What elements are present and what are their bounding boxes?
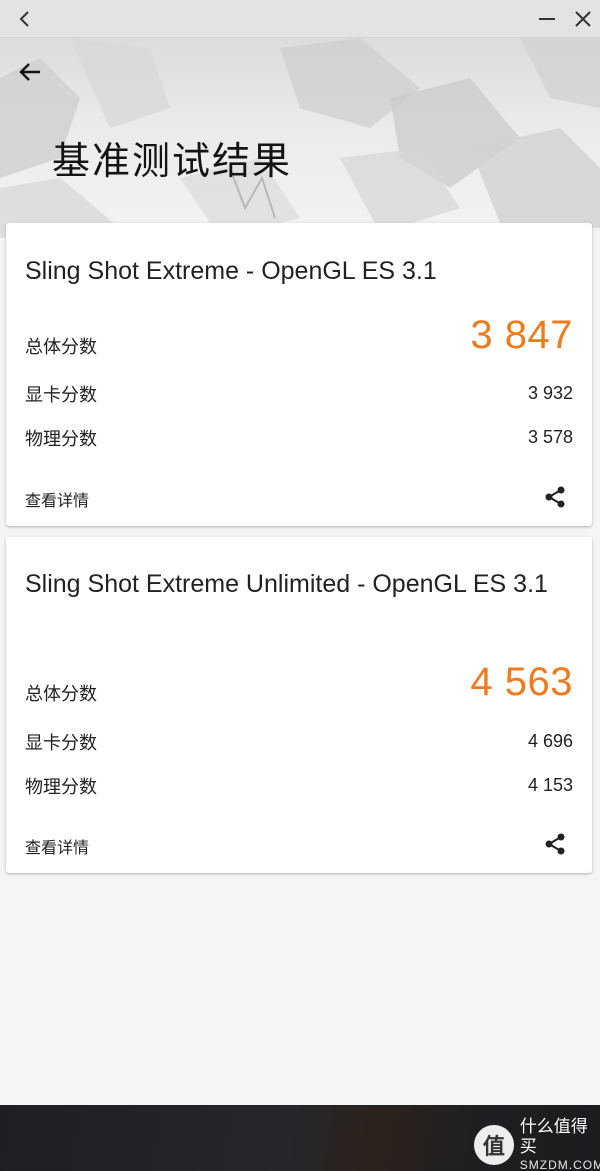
- watermark-badge: 值: [474, 1125, 514, 1165]
- overall-score-value: 3 847: [470, 313, 573, 357]
- physics-score-label: 物理分数: [25, 777, 97, 798]
- view-details-link[interactable]: 查看详情: [25, 487, 89, 511]
- watermark: 值 什么值得买 SMZDM.COM: [474, 1117, 600, 1171]
- header-hero: 基准测试结果: [0, 38, 600, 238]
- share-icon: [545, 833, 565, 855]
- back-button[interactable]: [12, 56, 48, 88]
- share-icon: [545, 486, 565, 508]
- watermark-domain: SMZDM.COM: [519, 1158, 600, 1171]
- overall-score-label: 总体分数: [25, 684, 97, 705]
- window-titlebar: [0, 0, 600, 38]
- physics-score-label: 物理分数: [25, 429, 97, 450]
- chevron-left-icon: [19, 11, 29, 27]
- graphics-score-value: 3 932: [527, 383, 573, 403]
- graphics-score-label: 显卡分数: [25, 733, 97, 754]
- window-close-button[interactable]: [564, 0, 600, 38]
- result-card: Sling Shot Extreme - OpenGL ES 3.1 总体分数 …: [6, 223, 592, 526]
- graphics-score-value: 4 696: [527, 731, 573, 751]
- graphics-score-label: 显卡分数: [25, 385, 97, 406]
- share-button[interactable]: [540, 829, 570, 859]
- overall-score-value: 4 563: [470, 660, 573, 704]
- physics-score-value: 4 153: [527, 775, 573, 795]
- test-title: Sling Shot Extreme - OpenGL ES 3.1: [25, 257, 437, 285]
- close-icon: [575, 11, 591, 27]
- watermark-name: 什么值得买: [519, 1117, 588, 1157]
- window-minimize-button[interactable]: [528, 0, 566, 38]
- view-details-link[interactable]: 查看详情: [25, 834, 89, 858]
- result-card: Sling Shot Extreme Unlimited - OpenGL ES…: [6, 537, 592, 873]
- watermark-text: 什么值得买 SMZDM.COM: [520, 1117, 600, 1171]
- overall-score-label: 总体分数: [25, 337, 97, 358]
- minimize-icon: [539, 18, 555, 20]
- share-button[interactable]: [540, 482, 570, 512]
- test-title: Sling Shot Extreme Unlimited - OpenGL ES…: [25, 570, 548, 598]
- arrow-left-icon: [19, 63, 40, 81]
- window-back-button[interactable]: [6, 0, 44, 38]
- physics-score-value: 3 578: [527, 427, 573, 447]
- page-title: 基准测试结果: [52, 139, 293, 183]
